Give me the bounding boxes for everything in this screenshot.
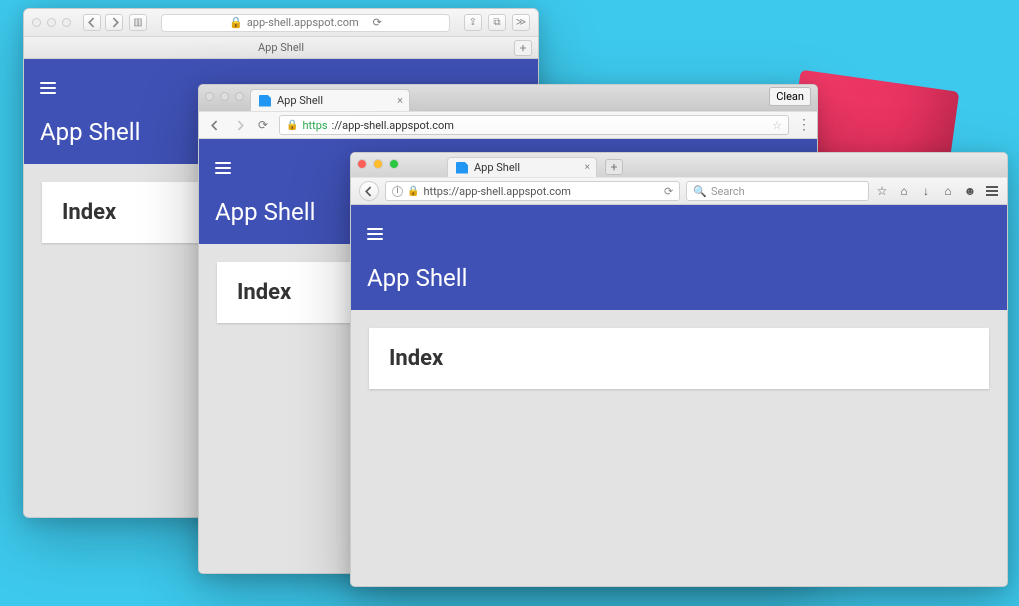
close-tab-icon[interactable]: × [397,94,403,107]
firefox-tabstrip: App Shell × + [351,153,1007,177]
reading-list-icon[interactable]: ⌂ [897,184,911,198]
forward-button[interactable] [105,14,123,31]
home-icon[interactable]: ⌂ [941,184,955,198]
more-button[interactable]: ≫ [512,14,530,31]
chrome-toolbar: ⟳ 🔒 https ://app-shell.appspot.com ☆ ⋮ [199,111,817,139]
new-tab-button[interactable]: + [605,159,623,175]
app-title: App Shell [367,264,991,292]
firefox-viewport: App Shell Index [351,205,1007,586]
lock-icon: 🔒 [229,16,243,29]
close-tab-icon[interactable]: × [585,162,590,173]
zoom-dot[interactable] [62,18,71,27]
card-heading: Index [237,280,291,305]
firefox-address-bar[interactable]: i 🔒 https://app-shell.appspot.com ⟳ [385,181,680,201]
chrome-tab-label: App Shell [277,94,323,107]
forward-button [231,117,247,133]
firefox-url-text: https://app-shell.appspot.com [423,185,571,198]
reload-icon[interactable]: ⟳ [664,185,673,198]
safari-tabstrip: App Shell + [24,37,538,59]
menu-icon[interactable] [367,228,383,240]
zoom-dot[interactable] [389,159,399,169]
lock-icon: 🔒 [286,120,298,131]
downloads-icon[interactable]: ↓ [919,184,933,198]
close-dot[interactable] [205,92,214,101]
url-rest: ://app-shell.appspot.com [332,119,454,132]
firefox-tool-icons: ☆ ⌂ ↓ ⌂ ☻ [875,184,999,198]
new-tab-button[interactable]: + [514,40,532,56]
app-header: App Shell [351,205,1007,310]
chrome-menu-button[interactable]: ⋮ [797,117,809,133]
window-controls[interactable] [32,18,71,27]
chat-icon[interactable]: ☻ [963,184,977,198]
back-button[interactable] [359,181,379,201]
firefox-toolbar: i 🔒 https://app-shell.appspot.com ⟳ 🔍 Se… [351,177,1007,205]
menu-icon[interactable] [40,82,56,94]
safari-tab[interactable]: App Shell [258,41,304,54]
safari-url-text: app-shell.appspot.com [247,16,359,29]
minimize-dot[interactable] [373,159,383,169]
firefox-search-box[interactable]: 🔍 Search [686,181,869,201]
favicon-icon [456,162,468,174]
back-button[interactable] [207,117,223,133]
clean-extension-button[interactable]: Clean [769,87,811,106]
card-heading: Index [389,346,443,371]
reload-button[interactable]: ⟳ [255,117,271,133]
bookmark-star-icon[interactable]: ☆ [772,119,782,132]
window-controls[interactable] [205,92,244,101]
content-card: Index [369,328,989,389]
window-controls[interactable] [357,159,399,169]
close-dot[interactable] [32,18,41,27]
minimize-dot[interactable] [47,18,56,27]
firefox-tab-label: App Shell [474,161,520,174]
safari-address-bar[interactable]: 🔒 app-shell.appspot.com ⟳ [161,14,450,32]
card-heading: Index [62,200,116,225]
url-scheme: https [302,119,327,132]
firefox-window: App Shell × + i 🔒 https://app-shell.apps… [350,152,1008,587]
share-button[interactable]: ⇪ [464,14,482,31]
firefox-menu-button[interactable] [985,186,999,196]
minimize-dot[interactable] [220,92,229,101]
sidebar-button[interactable]: ▥ [129,14,147,31]
lock-icon: 🔒 [407,186,419,197]
search-placeholder: Search [711,185,745,198]
zoom-dot[interactable] [235,92,244,101]
back-button[interactable] [83,14,101,31]
menu-icon[interactable] [215,162,231,174]
safari-titlebar: ▥ 🔒 app-shell.appspot.com ⟳ ⇪ ⧉ ≫ [24,9,538,37]
search-icon: 🔍 [693,185,707,198]
chrome-address-bar[interactable]: 🔒 https ://app-shell.appspot.com ☆ [279,115,789,135]
tabs-button[interactable]: ⧉ [488,14,506,31]
chrome-tab[interactable]: App Shell × [250,89,410,111]
reload-icon[interactable]: ⟳ [373,16,382,29]
close-dot[interactable] [357,159,367,169]
bookmark-star-icon[interactable]: ☆ [875,184,889,198]
site-info-icon[interactable]: i [392,186,403,197]
favicon-icon [259,95,271,107]
firefox-tab[interactable]: App Shell × [447,157,597,177]
chrome-tabstrip: App Shell × Clean [199,85,817,111]
